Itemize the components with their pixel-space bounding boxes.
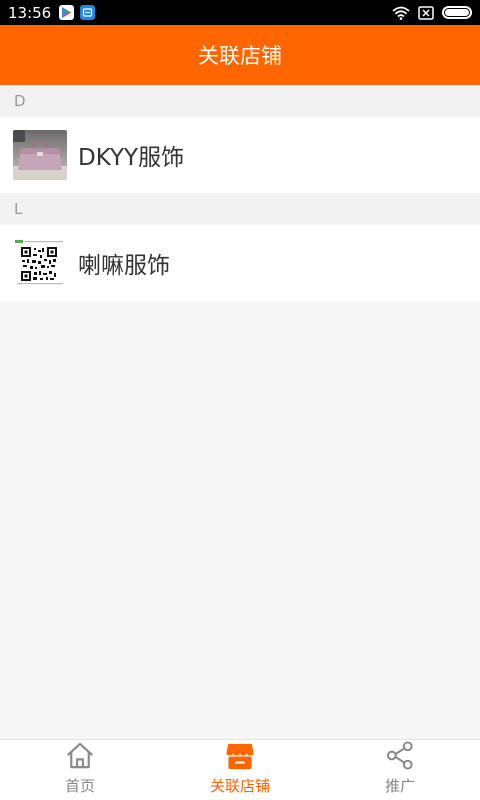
shop-name: DKYY服饰 <box>78 145 185 171</box>
wifi-icon <box>392 6 410 20</box>
nav-label-linked-stores: 关联店铺 <box>209 777 270 795</box>
shop-row-dkyy[interactable]: DKYY服饰 <box>0 117 480 193</box>
nav-label-home: 首页 <box>64 777 95 795</box>
nav-item-home[interactable]: 首页 <box>0 740 160 800</box>
play-store-icon <box>59 5 75 20</box>
section-letter: L <box>14 200 23 218</box>
shop-name: 喇嘛服饰 <box>78 253 170 279</box>
status-time: 13:56 <box>8 3 52 22</box>
bottom-nav: 首页 关联店铺 推广 <box>0 739 480 800</box>
status-right <box>392 5 472 20</box>
no-sim-icon <box>418 5 434 20</box>
shop-thumbnail-qr-code <box>13 238 67 288</box>
home-icon <box>67 742 93 769</box>
shop-list: D DKYY服饰 L 喇嘛服饰 <box>0 85 480 301</box>
status-left: 13:56 <box>8 3 96 22</box>
shop-thumbnail-handbag <box>13 130 67 180</box>
nav-item-linked-stores[interactable]: 关联店铺 <box>160 740 320 800</box>
nav-item-promote[interactable]: 推广 <box>320 740 480 800</box>
store-icon <box>226 743 254 770</box>
nav-label-promote: 推广 <box>384 777 415 795</box>
share-icon <box>386 741 413 770</box>
section-header-l: L <box>0 193 480 225</box>
page-title: 关联店铺 <box>198 44 282 68</box>
section-header-d: D <box>0 85 480 117</box>
shop-row-lama[interactable]: 喇嘛服饰 <box>0 225 480 301</box>
battery-level <box>445 9 469 16</box>
battery-icon <box>442 6 472 19</box>
section-letter: D <box>14 92 26 110</box>
status-bar: 13:56 <box>0 0 480 25</box>
app-header: 关联店铺 <box>0 25 480 85</box>
notification-app-icon <box>80 5 96 20</box>
